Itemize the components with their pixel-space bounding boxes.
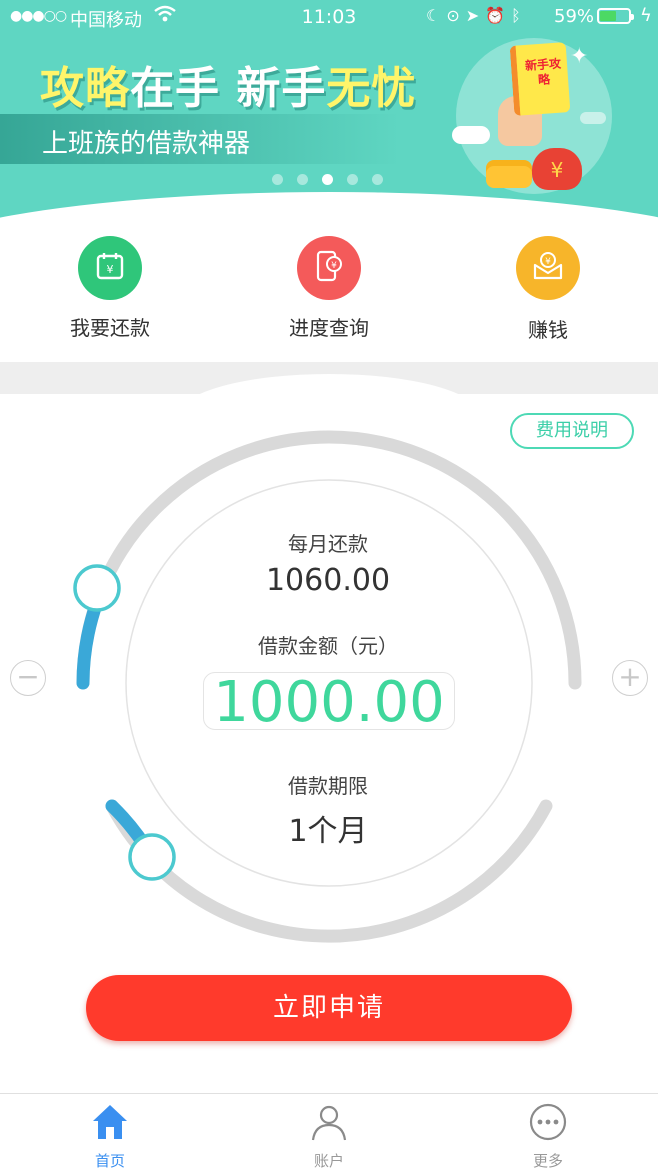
tab-home-label: 首页: [94, 1152, 125, 1170]
tab-account[interactable]: 账户: [269, 1102, 389, 1171]
loan-dial[interactable]: [0, 0, 658, 1000]
home-icon: [93, 1105, 127, 1139]
decrease-amount-button[interactable]: −: [10, 660, 46, 696]
user-icon: [311, 1105, 347, 1141]
monthly-repayment-value: 1060.00: [265, 563, 391, 598]
tab-home[interactable]: 首页: [50, 1102, 170, 1171]
increase-amount-button[interactable]: +: [612, 660, 648, 696]
tab-more-label: 更多: [532, 1152, 563, 1170]
loan-term-label: 借款期限: [288, 774, 368, 798]
tab-account-label: 账户: [313, 1152, 344, 1170]
apply-now-button[interactable]: 立即申请: [86, 975, 572, 1041]
more-icon: [529, 1103, 567, 1141]
monthly-repayment-label: 每月还款: [288, 532, 368, 556]
loan-term-value: 1个月: [288, 814, 368, 849]
loan-amount-label: 借款金额（元）: [258, 634, 398, 658]
tab-more[interactable]: 更多: [488, 1102, 608, 1171]
amount-progress: [76, 595, 104, 690]
amount-slider-handle: [73, 564, 121, 612]
loan-amount-value[interactable]: 1000.00: [203, 670, 455, 735]
